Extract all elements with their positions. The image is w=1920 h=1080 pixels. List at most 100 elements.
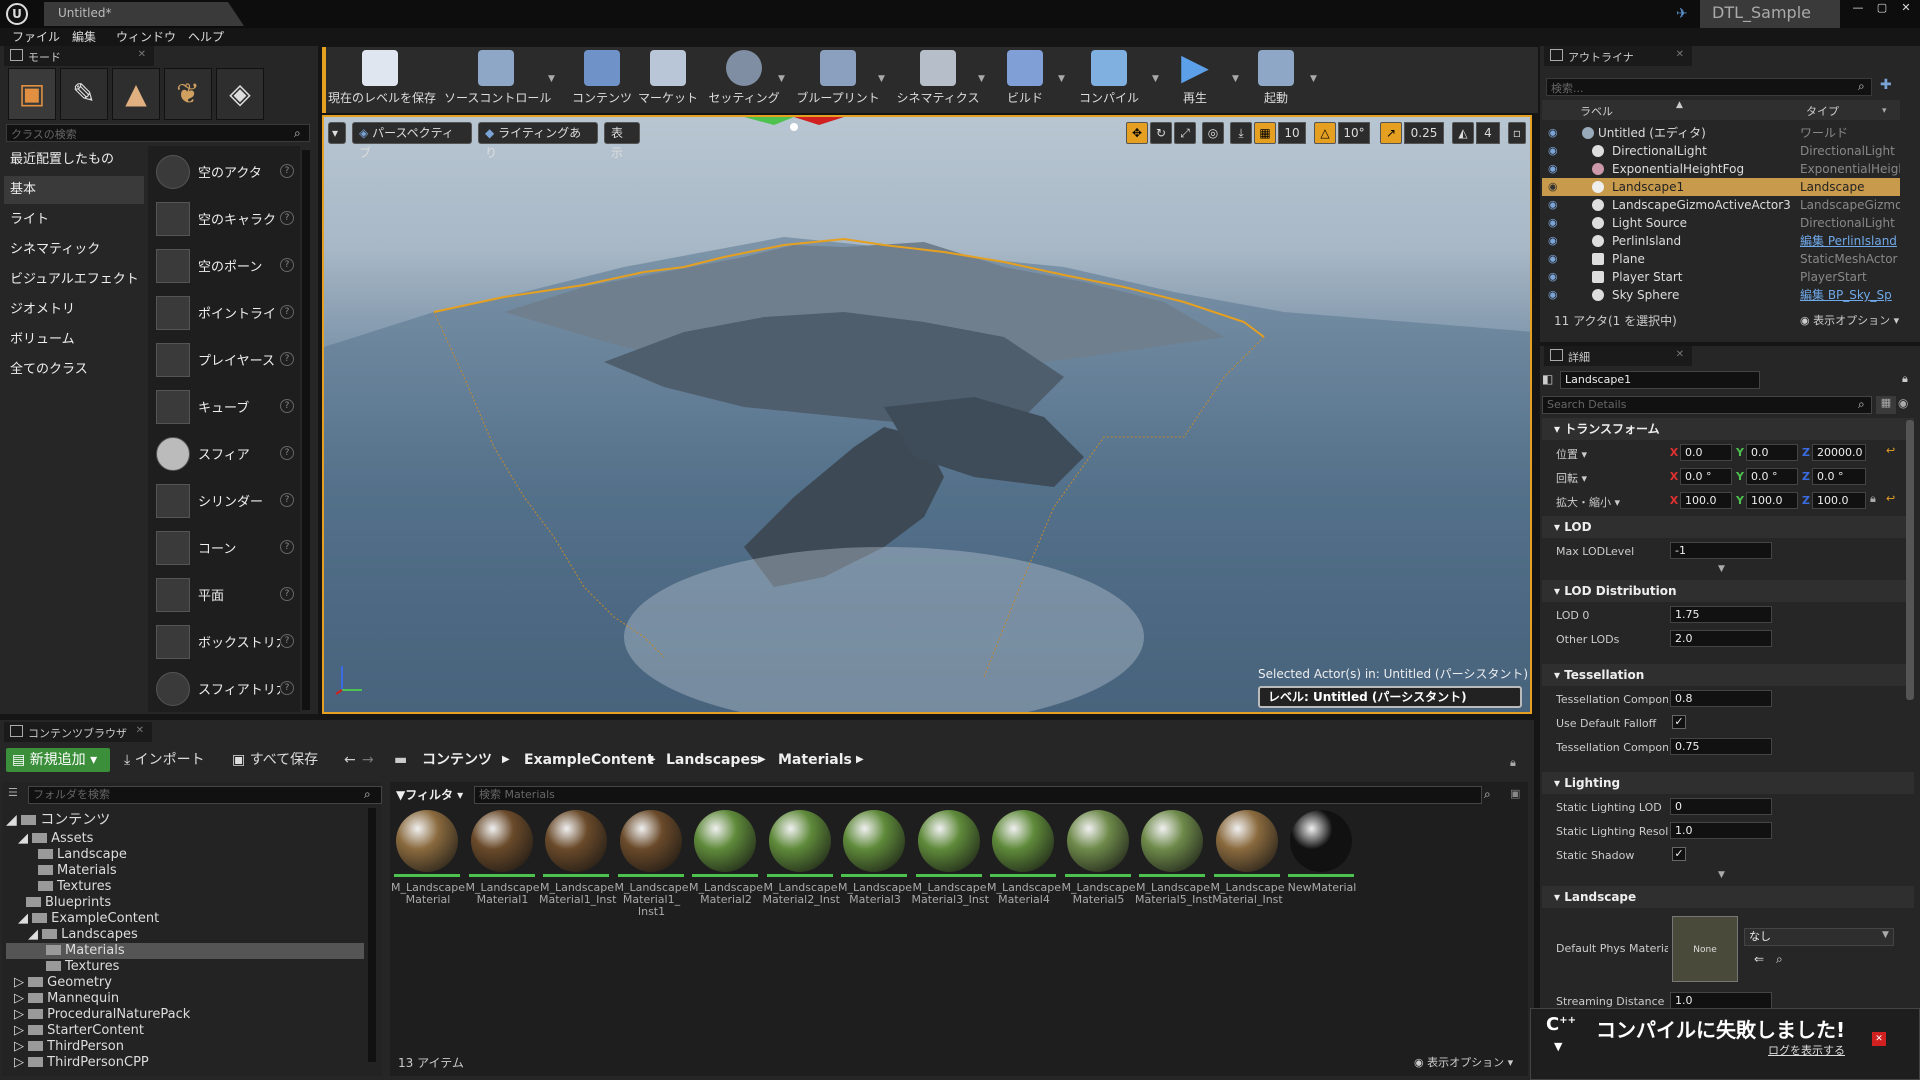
foliage-mode-button[interactable]: ❦: [164, 68, 212, 120]
cinematics-button[interactable]: シネマティクス: [894, 50, 982, 110]
tab-content-browser[interactable]: コンテンツブラウザ ✕: [4, 722, 152, 742]
outliner-row[interactable]: ◉ LandscapeGizmoActiveActor3 LandscapeGizm…: [1542, 196, 1900, 214]
camera-speed-icon[interactable]: ◭: [1452, 122, 1474, 144]
breadcrumb-content[interactable]: コンテンツ: [422, 748, 492, 772]
asset-tile[interactable]: M_Landscape Material5: [1061, 808, 1136, 916]
close-icon[interactable]: ✕: [1676, 349, 1684, 360]
breadcrumb-materials[interactable]: Materials: [778, 748, 852, 772]
place-cone[interactable]: コーン?: [150, 526, 298, 570]
tree-folder[interactable]: ◢ コンテンツ: [6, 812, 110, 828]
asset-tile[interactable]: M_Landscape Material4: [987, 808, 1061, 916]
play-dropdown-icon[interactable]: ▼: [1232, 74, 1239, 84]
viewport-options-button[interactable]: ▾: [328, 122, 346, 144]
visibility-eye-icon[interactable]: ◉: [1548, 160, 1558, 178]
close-icon[interactable]: ✕: [138, 49, 146, 60]
geometry-mode-button[interactable]: ◈: [216, 68, 264, 120]
help-icon[interactable]: ?: [280, 587, 294, 601]
world-space-icon[interactable]: ◎: [1202, 122, 1224, 144]
blueprints-dropdown-icon[interactable]: ▼: [878, 74, 885, 84]
cinematics-dropdown-icon[interactable]: ▼: [978, 74, 985, 84]
help-icon[interactable]: ?: [280, 211, 294, 225]
other-lods-field[interactable]: 2.0: [1670, 630, 1772, 647]
asset-view-options[interactable]: ◉ 表示オプション ▾: [1414, 1054, 1513, 1070]
history-back-icon[interactable]: ←: [344, 748, 356, 772]
help-icon[interactable]: ?: [280, 634, 294, 648]
settings-dropdown-icon[interactable]: ▼: [778, 74, 785, 84]
help-icon[interactable]: ?: [280, 164, 294, 178]
scrollbar[interactable]: [302, 150, 310, 710]
location-y-field[interactable]: 0.0: [1746, 444, 1798, 461]
build-button[interactable]: ビルド: [998, 50, 1052, 110]
outliner-row[interactable]: ◉ Light Source DirectionalLight: [1542, 214, 1900, 232]
outliner-row[interactable]: ◉ ExponentialHeightFog ExponentialHeigh: [1542, 160, 1900, 178]
category-cinematic[interactable]: シネマティック: [4, 236, 144, 264]
help-icon[interactable]: ?: [280, 399, 294, 413]
place-cube[interactable]: キューブ?: [150, 385, 298, 429]
place-box-trigger[interactable]: ボックストリガ?: [150, 620, 298, 664]
lock-icon[interactable]: 🔒︎: [1510, 756, 1516, 770]
outliner-row[interactable]: ◉ Plane StaticMeshActor: [1542, 250, 1900, 268]
show-button[interactable]: 表示: [604, 122, 640, 160]
visibility-eye-icon[interactable]: ◉: [1548, 196, 1558, 214]
maximize-button[interactable]: ▢: [1870, 0, 1894, 16]
tab-outliner[interactable]: アウトライナ ✕: [1544, 46, 1692, 66]
rotation-x-field[interactable]: 0.0 °: [1680, 468, 1732, 485]
place-empty-actor[interactable]: 空のアクタ?: [150, 150, 298, 194]
category-geometry[interactable]: ジオメトリ: [4, 296, 144, 324]
tree-folder[interactable]: ▷ Geometry: [14, 975, 112, 991]
surface-snap-icon[interactable]: ⤓: [1230, 122, 1252, 144]
static-shadow-checkbox[interactable]: ✓: [1672, 847, 1686, 861]
asset-tile[interactable]: M_Landscape Material3: [838, 808, 912, 916]
max-lod-field[interactable]: -1: [1670, 542, 1772, 559]
add-icon[interactable]: ✚: [1880, 77, 1902, 97]
translate-tool-icon[interactable]: ✥: [1126, 122, 1148, 144]
help-icon[interactable]: ?: [280, 305, 294, 319]
source-control-button[interactable]: ソースコントロール: [444, 50, 551, 110]
location-label[interactable]: 位置 ▾: [1556, 446, 1668, 462]
outliner-row[interactable]: ◉ DirectionalLight DirectionalLight: [1542, 142, 1900, 160]
place-plane[interactable]: 平面?: [150, 573, 298, 617]
rotation-snap-icon[interactable]: △: [1314, 122, 1336, 144]
level-viewport[interactable]: [322, 115, 1532, 714]
browse-icon[interactable]: ⌕: [1776, 952, 1783, 967]
save-search-icon[interactable]: ▣: [1510, 787, 1520, 800]
outliner-row[interactable]: ◉ Player Start PlayerStart: [1542, 268, 1900, 286]
asset-tile[interactable]: NewMaterial: [1288, 808, 1356, 916]
launch-dropdown-icon[interactable]: ▼: [1310, 74, 1317, 84]
visibility-eye-icon[interactable]: ◉: [1548, 214, 1558, 232]
section-lod[interactable]: ▾ LOD: [1542, 516, 1914, 538]
menu-window[interactable]: ウィンドウ: [116, 28, 176, 46]
location-z-field[interactable]: 20000.0: [1812, 444, 1866, 461]
visibility-eye-icon[interactable]: ◉: [1548, 250, 1558, 268]
tess-component-field[interactable]: 0.8: [1670, 690, 1772, 707]
compile-dropdown-icon[interactable]: ▼: [1152, 74, 1159, 84]
use-selected-icon[interactable]: ⇐: [1754, 952, 1764, 966]
asset-tile[interactable]: M_Landscape Material2: [689, 808, 763, 916]
tree-folder[interactable]: ▷ ThirdPersonCPP: [14, 1055, 149, 1071]
reset-icon[interactable]: ↩: [1886, 444, 1895, 457]
tree-folder[interactable]: Landscape: [38, 847, 127, 863]
menu-edit[interactable]: 編集: [72, 28, 96, 46]
play-button[interactable]: ▶ 再生: [1170, 50, 1220, 110]
grid-snap-value[interactable]: 10: [1278, 122, 1306, 144]
rotate-tool-icon[interactable]: ↻: [1150, 122, 1172, 144]
close-icon[interactable]: ✕: [1676, 49, 1684, 60]
rotation-z-field[interactable]: 0.0 °: [1812, 468, 1866, 485]
category-recent[interactable]: 最近配置したもの: [4, 146, 144, 174]
static-lighting-lod-field[interactable]: 0: [1670, 798, 1772, 815]
scale-snap-icon[interactable]: ↗: [1380, 122, 1402, 144]
help-icon[interactable]: ?: [280, 258, 294, 272]
perspective-button[interactable]: ◈ パースペクティブ: [352, 122, 472, 160]
section-tessellation[interactable]: ▾ Tessellation: [1542, 664, 1914, 686]
static-lighting-res-field[interactable]: 1.0: [1670, 822, 1772, 839]
phys-material-thumbnail[interactable]: None: [1672, 916, 1738, 982]
history-forward-icon[interactable]: →: [362, 748, 374, 772]
asset-tile[interactable]: M_Landscape Material2_Inst: [763, 808, 840, 916]
import-button[interactable]: ⤓ インポート: [124, 748, 205, 772]
lod0-field[interactable]: 1.75: [1670, 606, 1772, 623]
content-button[interactable]: コンテンツ: [570, 50, 634, 110]
category-lights[interactable]: ライト: [4, 206, 144, 234]
scale-label[interactable]: 拡大・縮小 ▾: [1556, 494, 1668, 510]
column-label[interactable]: ラベル: [1580, 103, 1613, 119]
outliner-search-input[interactable]: 検索...: [1546, 78, 1872, 96]
